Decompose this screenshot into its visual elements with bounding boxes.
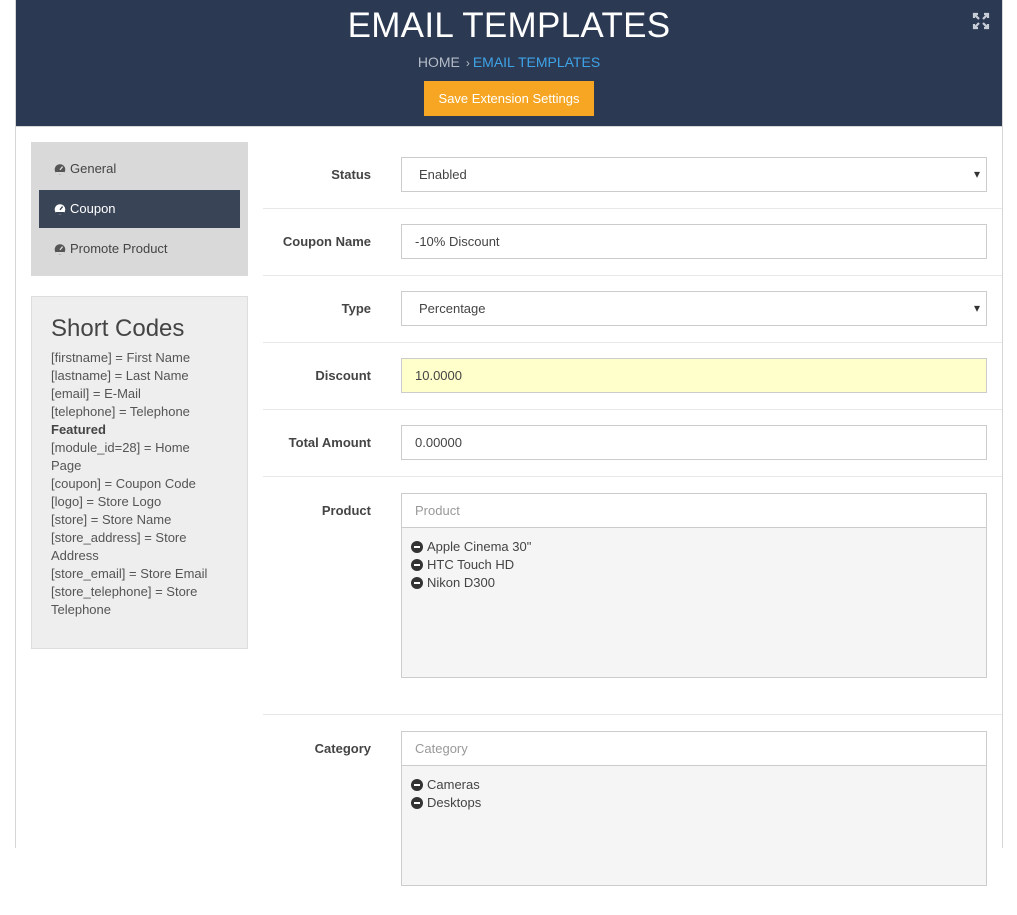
product-label: Product — [321, 503, 371, 518]
nav-item-general[interactable]: General — [39, 150, 240, 188]
status-label: Status — [331, 167, 371, 182]
form-row-status: Status Enabled — [263, 142, 1002, 209]
category-input[interactable] — [401, 731, 987, 766]
type-select[interactable]: Percentage — [401, 291, 987, 326]
dashboard-icon — [54, 204, 66, 215]
remove-icon[interactable] — [411, 779, 423, 791]
short-code-line: [coupon] = Coupon Code — [51, 476, 196, 491]
remove-icon[interactable] — [411, 559, 423, 571]
save-extension-settings-button[interactable]: Save Extension Settings — [424, 81, 594, 116]
settings-nav: General Coupon Promote Product — [31, 142, 248, 276]
short-code-line: [firstname] = First Name — [51, 350, 191, 365]
breadcrumb-separator: › — [465, 56, 470, 70]
category-list: Cameras Desktops — [401, 766, 987, 886]
breadcrumb-home[interactable]: HOME — [418, 54, 460, 70]
nav-item-label: General — [70, 161, 117, 176]
product-search-input[interactable] — [415, 503, 973, 518]
list-item: Apple Cinema 30" — [411, 538, 977, 556]
short-code-line: [lastname] = Last Name — [51, 368, 189, 383]
remove-icon[interactable] — [411, 577, 423, 589]
header-divider — [16, 126, 1002, 127]
short-code-line: Page — [51, 458, 82, 473]
short-code-line: [store] = Store Name — [51, 512, 172, 527]
nav-item-coupon[interactable]: Coupon — [39, 190, 240, 228]
product-item-label: Apple Cinema 30" — [427, 539, 532, 554]
short-code-line: [store_address] = Store — [51, 530, 187, 545]
discount-value: 10.0000 — [415, 368, 462, 383]
dashboard-icon — [54, 164, 66, 175]
category-item-label: Cameras — [427, 777, 480, 792]
dashboard-icon — [54, 244, 66, 255]
short-code-line: [email] = E-Mail — [51, 386, 141, 401]
discount-field[interactable]: 10.0000 — [401, 358, 987, 393]
type-label: Type — [341, 301, 371, 316]
short-code-line: Telephone — [51, 602, 111, 617]
type-value: Percentage — [419, 301, 486, 316]
list-item: Desktops — [411, 794, 977, 812]
product-list: Apple Cinema 30" HTC Touch HD Nikon D300 — [401, 528, 987, 678]
short-code-line: [telephone] = Telephone — [51, 404, 190, 419]
category-label: Category — [314, 741, 371, 756]
nav-item-label: Promote Product — [70, 241, 168, 256]
category-search-input[interactable] — [415, 741, 973, 756]
nav-item-promote-product[interactable]: Promote Product — [39, 230, 240, 268]
form-row-total-amount: Total Amount 0.00000 — [263, 410, 1002, 477]
breadcrumb: HOME › EMAIL TEMPLATES — [16, 54, 1002, 70]
status-select[interactable]: Enabled — [401, 157, 987, 192]
status-value: Enabled — [419, 167, 467, 182]
expand-icon[interactable] — [972, 12, 990, 30]
short-code-line: [logo] = Store Logo — [51, 494, 162, 509]
remove-icon[interactable] — [411, 541, 423, 553]
list-item: Cameras — [411, 776, 977, 794]
short-code-line: [store_email] = Store Email — [51, 566, 208, 581]
total-amount-value: 0.00000 — [415, 435, 462, 450]
coupon-name-field[interactable]: -10% Discount — [401, 224, 987, 259]
short-code-line: [store_telephone] = Store — [51, 584, 198, 599]
nav-item-label: Coupon — [70, 201, 116, 216]
page-frame: EMAIL TEMPLATES HOME › EMAIL TEMPLATES Sav… — [15, 0, 1003, 886]
short-code-heading: Featured — [51, 422, 106, 437]
coupon-form: Status Enabled Coupon Name -10% Discount… — [263, 142, 1002, 915]
form-row-category: Category Cameras Desktops — [263, 715, 1002, 915]
discount-label: Discount — [315, 368, 371, 383]
form-row-product: Product Apple Cinema 30" HTC Touch HD Ni… — [263, 477, 1002, 715]
list-item: HTC Touch HD — [411, 556, 977, 574]
remove-icon[interactable] — [411, 797, 423, 809]
short-codes-title: Short Codes — [51, 315, 185, 342]
coupon-name-value: -10% Discount — [415, 234, 500, 249]
short-code-line: Address — [51, 548, 99, 563]
product-item-label: HTC Touch HD — [427, 557, 515, 572]
product-input[interactable] — [401, 493, 987, 528]
short-codes-panel: Short Codes [firstname] = First Name [la… — [31, 296, 248, 649]
form-row-type: Type Percentage — [263, 276, 1002, 343]
page-header: EMAIL TEMPLATES HOME › EMAIL TEMPLATES Sav… — [16, 0, 1002, 126]
product-item-label: Nikon D300 — [427, 575, 495, 590]
form-row-coupon-name: Coupon Name -10% Discount — [263, 209, 1002, 276]
page-title: EMAIL TEMPLATES — [347, 6, 671, 45]
category-item-label: Desktops — [427, 795, 482, 810]
coupon-name-label: Coupon Name — [282, 234, 371, 249]
list-item: Nikon D300 — [411, 574, 977, 592]
form-row-discount: Discount 10.0000 — [263, 343, 1002, 410]
breadcrumb-current[interactable]: EMAIL TEMPLATES — [473, 54, 600, 70]
short-code-line: [module_id=28] = Home — [51, 440, 190, 455]
total-amount-field[interactable]: 0.00000 — [401, 425, 987, 460]
total-amount-label: Total Amount — [288, 435, 371, 450]
